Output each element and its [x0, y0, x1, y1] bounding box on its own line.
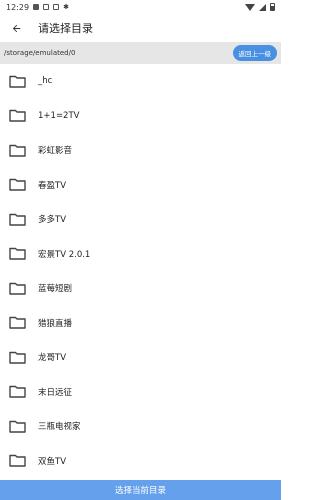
folder-icon: [9, 144, 26, 157]
app-bar: 请选择目录: [0, 14, 281, 42]
folder-icon: [9, 282, 26, 295]
folder-name: 蓝莓短剧: [38, 284, 73, 295]
folder-item[interactable]: 猎狼直播: [0, 306, 281, 341]
folder-item[interactable]: 春盈TV: [0, 168, 281, 203]
back-button[interactable]: [0, 14, 32, 42]
folder-icon: [9, 420, 26, 433]
folder-item[interactable]: _hc: [0, 64, 281, 99]
square-icon: [53, 4, 60, 10]
signal-icon: [259, 3, 266, 11]
folder-item[interactable]: 彩虹影音: [0, 133, 281, 168]
folder-item[interactable]: 末日远征: [0, 375, 281, 410]
battery-icon: [270, 3, 275, 11]
folder-icon: [9, 178, 26, 191]
page-title: 请选择目录: [38, 22, 93, 35]
folder-icon: [9, 385, 26, 398]
image-icon: [33, 4, 40, 10]
download-icon: [43, 4, 50, 10]
folder-item[interactable]: 宏景TV 2.0.1: [0, 237, 281, 272]
folder-icon: [9, 316, 26, 329]
folder-item[interactable]: 龙哥TV: [0, 340, 281, 375]
folder-item[interactable]: 蓝莓短剧: [0, 271, 281, 306]
select-current-directory-button[interactable]: 选择当前目录: [0, 480, 281, 500]
bug-icon: ✱: [63, 3, 69, 11]
folder-list: _hc 1+1=2TV 彩虹影音 春盈TV 多多TV 宏景TV 2.0.1 蓝莓…: [0, 64, 281, 478]
folder-item[interactable]: 双鱼TV: [0, 444, 281, 479]
arrow-left-icon: [12, 24, 20, 32]
folder-name: 春盈TV: [38, 180, 67, 191]
folder-icon: [9, 351, 26, 364]
folder-name: 末日远征: [38, 387, 73, 398]
wifi-icon: [245, 3, 255, 11]
folder-name: 1+1=2TV: [38, 110, 80, 121]
folder-name: _hc: [38, 76, 53, 87]
folder-name: 三瓶电视家: [38, 422, 81, 433]
folder-name: 双鱼TV: [38, 456, 67, 467]
status-time: 12:29: [6, 2, 30, 12]
folder-item[interactable]: 多多TV: [0, 202, 281, 237]
folder-name: 宏景TV 2.0.1: [38, 249, 91, 260]
folder-item[interactable]: 三瓶电视家: [0, 409, 281, 444]
go-up-button[interactable]: 返回上一级: [232, 45, 277, 61]
folder-icon: [9, 109, 26, 122]
folder-icon: [9, 247, 26, 260]
folder-name: 彩虹影音: [38, 146, 73, 157]
current-path: /storage/emulated/0: [4, 49, 76, 57]
status-bar: 12:29 ✱: [0, 0, 281, 14]
folder-icon: [9, 213, 26, 226]
path-bar: /storage/emulated/0 返回上一级: [0, 42, 281, 64]
folder-item[interactable]: 1+1=2TV: [0, 99, 281, 134]
folder-name: 多多TV: [38, 215, 67, 226]
folder-icon: [9, 454, 26, 467]
folder-icon: [9, 75, 26, 88]
folder-name: 龙哥TV: [38, 353, 67, 364]
folder-name: 猎狼直播: [38, 318, 73, 329]
